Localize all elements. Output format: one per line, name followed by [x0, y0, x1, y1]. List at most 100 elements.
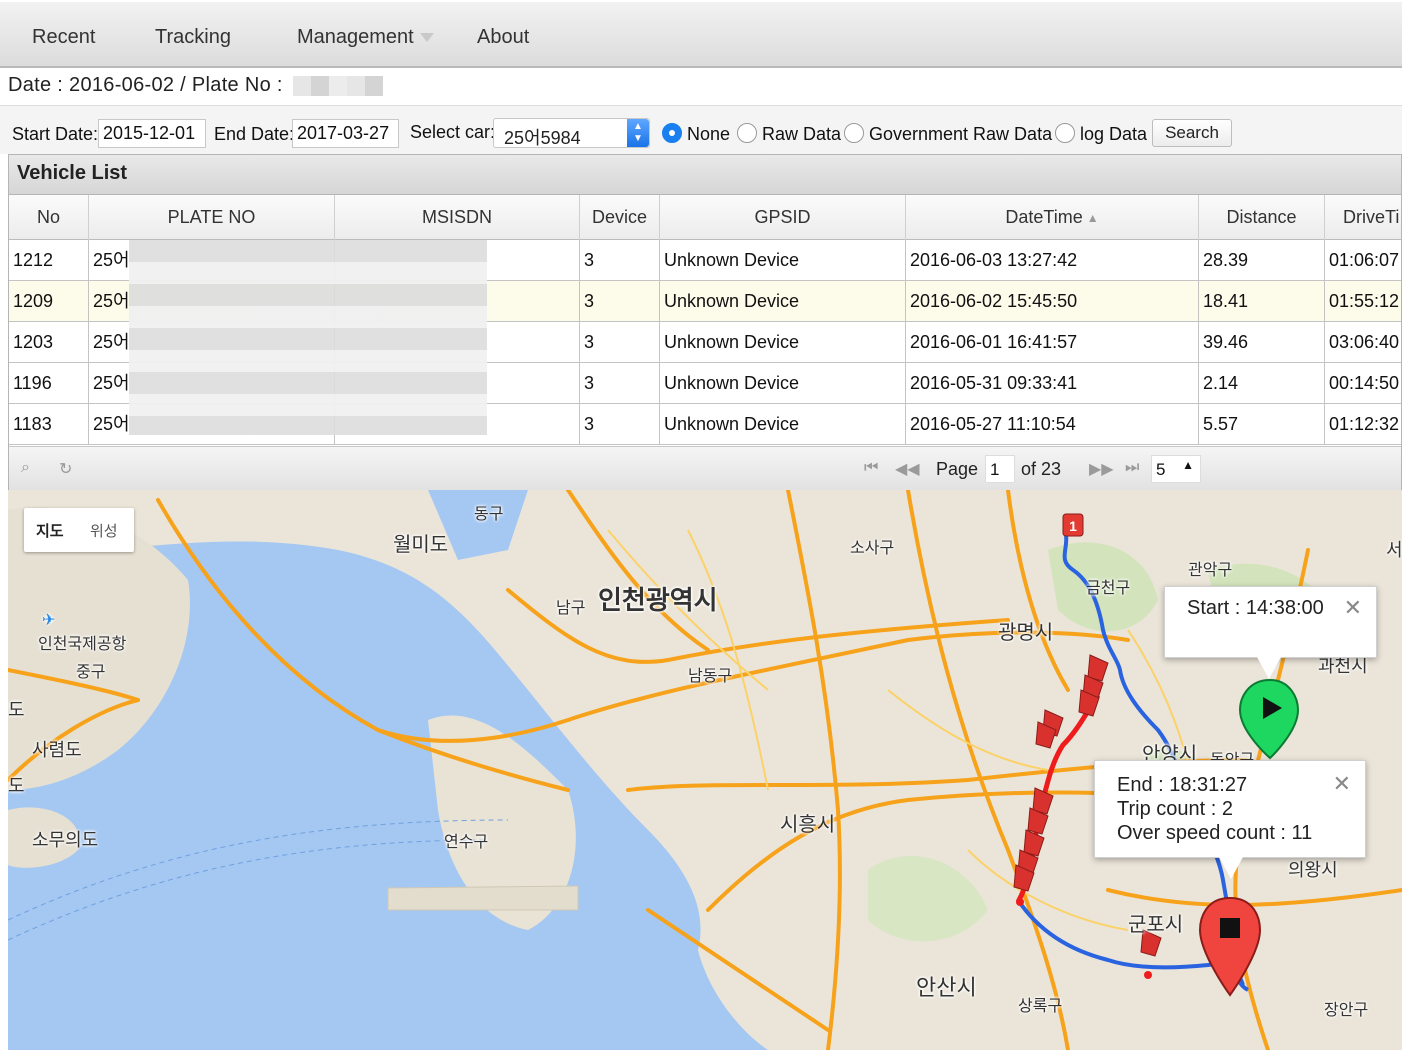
map-label: 군포시 — [1128, 912, 1184, 936]
col-header-datetime[interactable]: DateTime ▲ — [906, 195, 1199, 240]
top-menu-bar: Recent Tracking Management About — [0, 0, 1402, 68]
page-total-label: of 23 — [1021, 459, 1062, 479]
menu-about[interactable]: About — [477, 26, 529, 49]
map-label: 중구 — [76, 662, 106, 681]
map-label: 사렴도 — [32, 740, 82, 761]
map-label: 상록구 — [1018, 996, 1063, 1015]
map-label: 소사구 — [850, 538, 895, 557]
radio-raw-data-label: Raw Data — [762, 124, 842, 144]
next-page-icon[interactable]: ▶▶ — [1089, 459, 1114, 479]
map-label: 인천광역시 — [598, 586, 718, 616]
select-arrows-icon: ▲ — [1182, 458, 1194, 472]
col-header-no[interactable]: No — [9, 195, 89, 240]
page-number-input[interactable]: 1 — [985, 455, 1015, 483]
radio-none[interactable] — [662, 123, 682, 143]
map-label: 연수구 — [444, 832, 489, 851]
end-date-label: End Date: — [214, 124, 295, 144]
first-page-icon[interactable]: ⏮ — [864, 459, 878, 477]
map-label: 서 — [1386, 540, 1402, 561]
start-date-input[interactable] — [98, 119, 206, 148]
radio-log-data-label: log Data — [1080, 124, 1148, 144]
cell-distance: 18.41 — [1199, 281, 1325, 322]
map-view[interactable]: 1 지도 위성 월미도 동구 인천광역시 남구 소사구 금천구 광명시 관악구 … — [8, 490, 1402, 1050]
map-type-control: 지도 위성 — [24, 508, 134, 552]
menu-management[interactable]: Management — [297, 26, 434, 49]
grid-caption: Vehicle List — [9, 155, 1401, 195]
over-speed-count-text: Over speed count : 11 — [1117, 822, 1313, 844]
cell-gpsid: Unknown Device — [660, 240, 906, 281]
menu-management-label: Management — [297, 26, 414, 48]
col-header-plate-no[interactable]: PLATE NO — [89, 195, 335, 240]
cell-gpsid: Unknown Device — [660, 404, 906, 445]
cell-drivetime: 03:06:40 — [1325, 322, 1402, 363]
col-header-drivetime[interactable]: DriveTi — [1325, 195, 1402, 240]
cell-drivetime: 01:12:32 — [1325, 404, 1402, 445]
trip-count-text: Trip count : 2 — [1117, 798, 1233, 820]
rows-per-page-value: 5 — [1156, 460, 1166, 479]
map-label: 도 — [8, 700, 25, 721]
menu-tracking[interactable]: Tracking — [155, 26, 231, 49]
cell-datetime: 2016-05-27 11:10:54 — [906, 404, 1199, 445]
redacted-msisdn-column — [329, 240, 487, 435]
cell-gpsid: Unknown Device — [660, 322, 906, 363]
last-page-icon[interactable]: ⏭ — [1125, 459, 1139, 477]
cell-datetime: 2016-05-31 09:33:41 — [906, 363, 1199, 404]
airport-icon: ✈ — [42, 610, 56, 629]
map-tab-map[interactable]: 지도 — [36, 520, 64, 541]
cell-gpsid: Unknown Device — [660, 281, 906, 322]
cell-datetime: 2016-06-03 13:27:42 — [906, 240, 1199, 281]
cluster-badge-text: 1 — [1069, 518, 1077, 534]
car-select[interactable]: 25어5984 ▲ ▼ — [493, 118, 650, 148]
info-bar: Date : 2016-06-02 / Plate No : — [0, 70, 1402, 106]
end-time-text: End : 18:31:27 — [1117, 774, 1248, 796]
cell-distance: 39.46 — [1199, 322, 1325, 363]
rows-per-page-select[interactable]: 5 ▲ — [1151, 455, 1201, 483]
map-label: 광명시 — [998, 620, 1054, 644]
map-label: 남구 — [556, 598, 586, 617]
col-header-device[interactable]: Device — [580, 195, 660, 240]
redacted-plate-column — [129, 240, 329, 435]
route-point — [1016, 898, 1024, 906]
map-tab-satellite[interactable]: 위성 — [90, 520, 118, 541]
redacted-plate — [292, 75, 383, 96]
map-label: 시흥시 — [780, 812, 836, 836]
date-plate-info: Date : 2016-06-02 / Plate No : — [8, 74, 383, 97]
col-header-distance[interactable]: Distance — [1199, 195, 1325, 240]
refresh-icon[interactable]: ↻ — [59, 459, 72, 479]
date-plate-label: Date : 2016-06-02 / Plate No : — [8, 74, 283, 96]
select-arrows-icon: ▲ ▼ — [627, 119, 649, 147]
close-icon[interactable]: ✕ — [1333, 771, 1351, 797]
map-label: 도 — [8, 776, 25, 797]
chevron-down-icon — [419, 33, 434, 43]
cell-distance: 2.14 — [1199, 363, 1325, 404]
cell-gpsid: Unknown Device — [660, 363, 906, 404]
pier — [387, 885, 579, 911]
select-car-label: Select car: — [410, 122, 496, 142]
map-label: 남동구 — [688, 666, 733, 685]
end-info-window: End : 18:31:27 Trip count : 2 Over speed… — [1094, 760, 1366, 879]
cell-device: 3 — [580, 363, 660, 404]
radio-log-data[interactable] — [1055, 123, 1075, 143]
prev-page-icon[interactable]: ◀◀ — [895, 459, 920, 479]
car-select-value: 25어5984 — [504, 128, 581, 148]
end-date-input[interactable] — [292, 119, 399, 148]
cell-device: 3 — [580, 281, 660, 322]
sort-icon: ▲ — [1086, 211, 1099, 226]
cell-drivetime: 01:55:12 — [1325, 281, 1402, 322]
grid-header-row: No PLATE NO MSISDN Device GPSID DateTime… — [9, 195, 1401, 240]
start-date-label: Start Date: — [12, 124, 99, 144]
search-button[interactable]: Search — [1152, 119, 1232, 147]
col-header-msisdn[interactable]: MSISDN — [335, 195, 580, 240]
col-header-gpsid[interactable]: GPSID — [660, 195, 906, 240]
radio-government-raw-data[interactable] — [844, 123, 864, 143]
search-icon[interactable]: ⌕ — [21, 459, 30, 477]
cell-device: 3 — [580, 322, 660, 363]
end-info-content: End : 18:31:27 Trip count : 2 Over speed… — [1117, 773, 1312, 845]
end-marker — [1198, 896, 1262, 997]
cell-device: 3 — [580, 404, 660, 445]
cell-no: 1196 — [9, 363, 89, 404]
menu-recent[interactable]: Recent — [32, 26, 95, 49]
radio-raw-data[interactable] — [737, 123, 757, 143]
cell-no: 1203 — [9, 322, 89, 363]
close-icon[interactable]: ✕ — [1344, 595, 1362, 621]
